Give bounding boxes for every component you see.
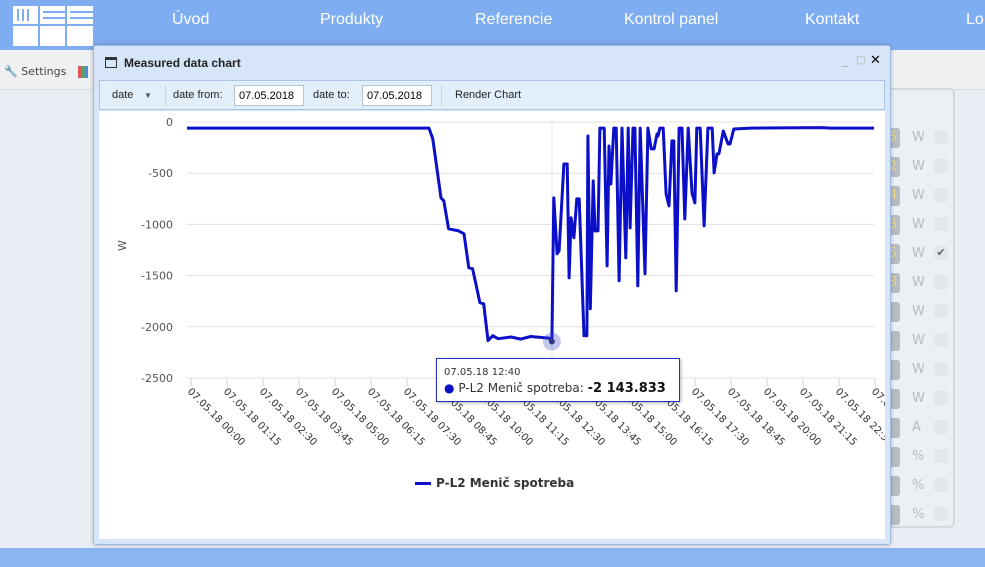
date-from-input[interactable] — [234, 85, 304, 106]
chart-toolbar: date ▼ date from: date to: Render Chart — [99, 80, 885, 110]
channel-row: % — [882, 476, 957, 498]
channel-row: 5W — [882, 128, 957, 150]
channel-row: A — [882, 418, 957, 440]
channel-unit: % — [912, 478, 925, 493]
channel-checkbox[interactable] — [934, 159, 948, 173]
footer-bar — [0, 548, 985, 567]
channel-unit: W — [912, 188, 925, 203]
y-tick-label: -500 — [148, 167, 173, 180]
channel-row: % — [882, 505, 957, 527]
top-navigation: Úvod Produkty Referencie Kontrol panel K… — [0, 0, 985, 50]
channel-row: 2W — [882, 157, 957, 179]
channel-row: W — [882, 331, 957, 353]
chart-tooltip: 07.05.18 12:40 ● P-L2 Menič spotreba: -2… — [436, 358, 680, 402]
channel-unit: W — [912, 362, 925, 377]
channel-row: 3W — [882, 215, 957, 237]
channel-unit: W — [912, 391, 925, 406]
window-title: Measured data chart — [124, 56, 241, 70]
mode-select[interactable]: date — [112, 89, 133, 101]
channel-row: % — [882, 447, 957, 469]
channel-checkbox[interactable] — [934, 188, 948, 202]
y-tick-label: -1500 — [141, 270, 173, 283]
channel-unit: % — [912, 449, 925, 464]
nav-kontrol-panel[interactable]: Kontrol panel — [624, 11, 718, 29]
divider — [165, 85, 166, 106]
window-icon — [105, 57, 117, 68]
channel-checkbox[interactable] — [934, 217, 948, 231]
channel-checkbox[interactable] — [934, 275, 948, 289]
channel-row: 4W — [882, 186, 957, 208]
y-tick-label: -2500 — [141, 372, 173, 385]
channel-unit: % — [912, 507, 925, 522]
settings-label: Settings — [21, 65, 67, 78]
channel-row: W — [882, 302, 957, 324]
channel-checkbox[interactable] — [934, 130, 948, 144]
channel-row: 5 W ✔ — [882, 244, 957, 266]
channel-unit: W — [912, 130, 925, 145]
channel-checkbox[interactable] — [934, 391, 948, 405]
chart-window: Measured data chart _ □ ✕ date ▼ date fr… — [93, 45, 895, 545]
nav-kontakt[interactable]: Kontakt — [805, 11, 859, 29]
channel-panel: 5 W 2 W 4 W 3 W 5 W ✔ 3 W W W W W A%%% — [880, 88, 955, 528]
nav-referencie[interactable]: Referencie — [475, 11, 552, 29]
date-to-label: date to: — [313, 89, 350, 101]
y-tick-label: -1000 — [141, 218, 173, 231]
channel-unit: W — [912, 159, 925, 174]
mes-logo[interactable] — [13, 4, 93, 48]
y-tick-label: -2000 — [141, 321, 173, 334]
x-tick-label: 07.0 — [869, 386, 885, 410]
tooltip-date: 07.05.18 12:40 — [444, 367, 521, 378]
date-from-label: date from: — [173, 89, 223, 101]
channel-unit: W — [912, 304, 925, 319]
legend-swatch — [415, 482, 431, 485]
render-chart-button[interactable]: Render Chart — [455, 89, 521, 101]
channel-checkbox[interactable] — [934, 449, 948, 463]
legend-label: P-L2 Menič spotreba — [436, 476, 575, 490]
channel-unit: W — [912, 246, 925, 261]
maximize-button[interactable]: □ — [856, 55, 865, 66]
chevron-down-icon[interactable]: ▼ — [144, 91, 152, 100]
y-axis-label: W — [116, 240, 129, 251]
chart-icon[interactable] — [77, 66, 88, 78]
channel-checkbox[interactable] — [934, 420, 948, 434]
channel-checkbox[interactable] — [934, 362, 948, 376]
channel-unit: W — [912, 217, 925, 232]
channel-unit: W — [912, 275, 925, 290]
channel-checkbox[interactable] — [934, 333, 948, 347]
channel-unit: W — [912, 333, 925, 348]
line-chart[interactable]: 0-500-1000-1500-2000-2500W07.05.18 00:00… — [99, 111, 895, 539]
tooltip-series-name: P-L2 Menič spotreba: — [458, 381, 584, 395]
channel-row: W — [882, 389, 957, 411]
minimize-button[interactable]: _ — [842, 53, 848, 67]
divider — [441, 85, 442, 106]
data-point[interactable] — [548, 338, 555, 345]
date-to-input[interactable] — [362, 85, 432, 106]
channel-row: 3W — [882, 273, 957, 295]
series-line-p-l2[interactable] — [187, 126, 874, 343]
wrench-icon: 🔧 — [4, 65, 18, 78]
nav-produkty[interactable]: Produkty — [320, 11, 383, 29]
y-tick-label: 0 — [166, 116, 173, 129]
nav-uvod[interactable]: Úvod — [172, 11, 209, 29]
chart-area: 0 -500 -1000 -1500 -2000 -2500 W 07.05.18 00:00… — [99, 111, 895, 539]
channel-row: W — [882, 360, 957, 382]
channel-checkbox[interactable]: ✔ — [934, 246, 948, 260]
channel-checkbox[interactable] — [934, 507, 948, 521]
channel-unit: A — [912, 420, 921, 435]
channel-checkbox[interactable] — [934, 304, 948, 318]
tooltip-series: ● P-L2 Menič spotreba: -2 143.833 — [444, 381, 666, 396]
legend-item[interactable]: P-L2 Menič spotreba — [415, 476, 574, 490]
tooltip-value: -2 143.833 — [587, 381, 666, 396]
settings-button[interactable]: 🔧 Settings — [4, 65, 88, 78]
channel-checkbox[interactable] — [934, 478, 948, 492]
nav-login[interactable]: Lo — [966, 11, 984, 29]
close-button[interactable]: ✕ — [870, 53, 881, 68]
